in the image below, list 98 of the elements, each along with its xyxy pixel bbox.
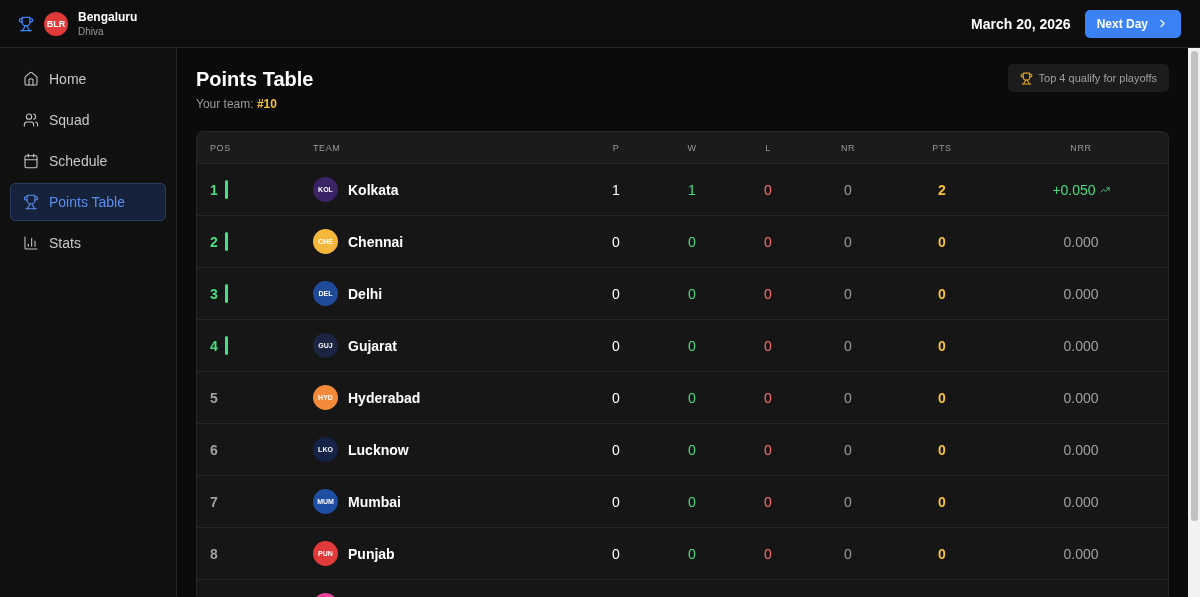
team-name: Kolkata	[348, 181, 399, 198]
team-badge: BLR	[44, 11, 68, 36]
table-cell-text: 0	[763, 285, 773, 302]
qualified-marker	[224, 284, 228, 303]
team-name: Chennai	[348, 233, 404, 250]
bar-chart-icon	[23, 235, 39, 251]
table-cell-text: 0	[687, 441, 697, 458]
table-cell-text: 0	[687, 337, 697, 354]
team-name: Hyderabad	[348, 389, 421, 406]
table-cell-text: 0	[763, 441, 773, 458]
table-cell-text: 0	[611, 285, 621, 302]
column-header: NRR	[1069, 142, 1093, 153]
column-header: NR	[839, 142, 857, 153]
qualified-marker	[224, 180, 228, 199]
qualified-marker	[224, 232, 228, 251]
trend-up-icon	[1099, 184, 1110, 195]
trophy-icon	[18, 15, 34, 32]
table-cell-text: 0	[843, 545, 853, 562]
team-name: Lucknow	[348, 441, 409, 458]
table-cell-text: 0	[937, 389, 947, 406]
current-date: March 20, 2026	[971, 15, 1071, 32]
table-cell-text: 0	[843, 441, 853, 458]
table-cell-text: 0	[763, 337, 773, 354]
sidebar-item[interactable]: Points Table	[10, 183, 166, 221]
column-header: POS	[209, 142, 232, 153]
sidebar-item[interactable]: Squad	[10, 101, 166, 139]
table-cell-text: 1	[687, 181, 697, 198]
net-run-rate: 0.000	[1063, 441, 1099, 458]
team-name: Gujarat	[348, 337, 397, 354]
position-number: 8	[210, 545, 218, 562]
trophy-icon	[1019, 71, 1033, 85]
net-run-rate: +0.050	[1052, 181, 1096, 198]
scrollbar[interactable]	[1188, 48, 1200, 597]
column-header: TEAM	[313, 142, 342, 153]
net-run-rate: 0.000	[1063, 545, 1099, 562]
team-name: Delhi	[348, 285, 383, 302]
table-cell-text: 0	[611, 545, 621, 562]
qualified-marker	[224, 336, 228, 355]
table-cell-text: 0	[937, 545, 947, 562]
team-name: Punjab	[348, 545, 395, 562]
position-number: 1	[210, 181, 218, 198]
table-cell-text: 0	[843, 181, 853, 198]
table-cell-text: 0	[611, 337, 621, 354]
table-cell-text: 0	[687, 285, 697, 302]
team-name: Bengaluru	[78, 10, 138, 24]
table-cell-text: 0	[687, 493, 697, 510]
users-icon	[23, 112, 39, 128]
sidebar-item[interactable]: Home	[10, 60, 166, 98]
table-cell-text: 0	[843, 285, 853, 302]
table-cell-text: 0	[611, 233, 621, 250]
table-cell-text: 0	[763, 389, 773, 406]
net-run-rate: 0.000	[1063, 337, 1099, 354]
next-day-button[interactable]: Next Day	[1084, 9, 1181, 38]
position-number: 3	[210, 285, 218, 302]
column-header: L	[764, 142, 772, 153]
manager-name: Dhiva	[78, 26, 105, 37]
calendar-icon	[23, 153, 39, 169]
table-cell-text: 0	[937, 337, 947, 354]
table-cell-text: 0	[843, 389, 853, 406]
table-cell-text: 0	[687, 389, 697, 406]
position-number: 6	[210, 441, 218, 458]
column-header: W	[686, 142, 698, 153]
table-cell-text: 0	[937, 233, 947, 250]
net-run-rate: 0.000	[1063, 389, 1099, 406]
position-number: 4	[210, 337, 218, 354]
table-cell-text: 0	[843, 337, 853, 354]
column-header: P	[611, 142, 621, 153]
net-run-rate: 0.000	[1063, 233, 1099, 250]
table-cell-text: 0	[611, 441, 621, 458]
home-icon	[23, 71, 39, 87]
table-cell-text: 0	[843, 233, 853, 250]
table-cell-text: 0	[611, 493, 621, 510]
net-run-rate: 0.000	[1063, 493, 1099, 510]
table-cell-text: 0	[611, 389, 621, 406]
sidebar-item[interactable]: Stats	[10, 224, 166, 262]
table-cell-text: 0	[763, 233, 773, 250]
team-name: Mumbai	[348, 493, 401, 510]
table-cell-text: 0	[937, 493, 947, 510]
position-number: 7	[210, 493, 218, 510]
table-cell-text: 0	[687, 233, 697, 250]
column-header: PTS	[931, 142, 953, 153]
trophy-icon	[23, 194, 39, 210]
position-number: 5	[210, 389, 218, 406]
table-cell-text: 0	[763, 493, 773, 510]
table-cell-text: 0	[937, 441, 947, 458]
team-rank: Your team: #10	[196, 97, 278, 111]
table-cell-text: 1	[611, 181, 621, 198]
table-cell-text: 2	[937, 181, 947, 198]
table-cell-text: 0	[937, 285, 947, 302]
table-cell-text: 0	[843, 493, 853, 510]
net-run-rate: 0.000	[1063, 285, 1099, 302]
table-cell-text: 0	[763, 181, 773, 198]
sidebar-item[interactable]: Schedule	[10, 142, 166, 180]
table-cell-text: 0	[763, 545, 773, 562]
table-cell-text: 0	[687, 545, 697, 562]
position-number: 2	[210, 233, 218, 250]
page-title: Points Table	[196, 68, 314, 91]
playoffs-note: Top 4 qualify for playoffs	[1007, 64, 1169, 92]
